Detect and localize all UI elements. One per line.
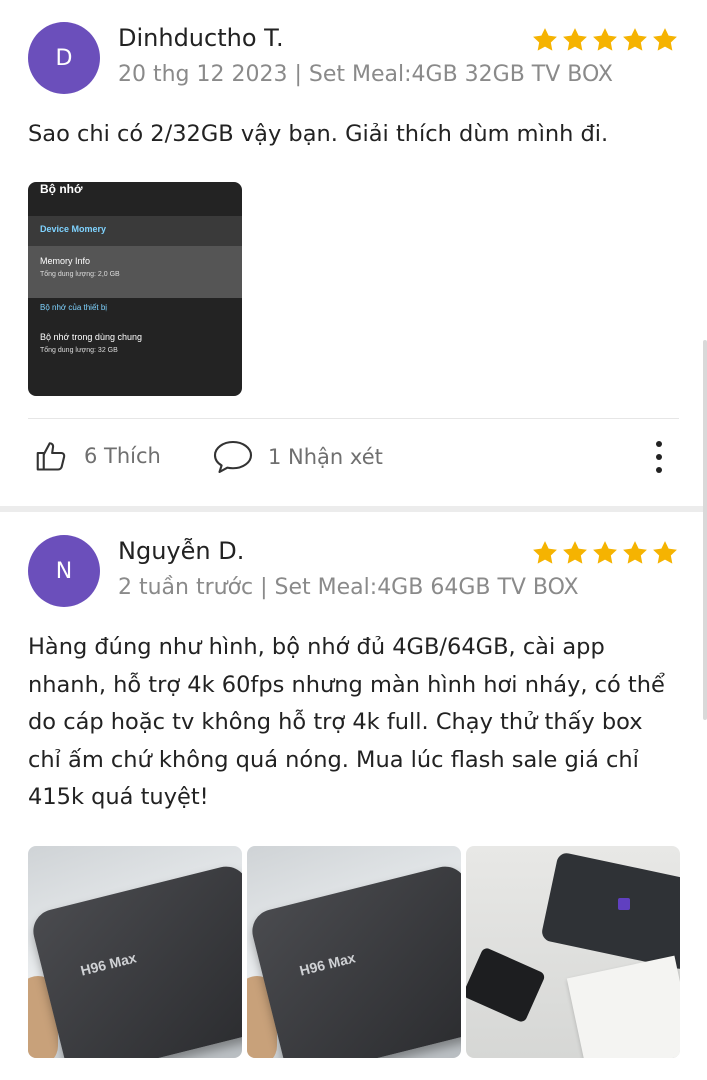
review-text: Hàng đúng như hình, bộ nhớ đủ 4GB/64GB, … xyxy=(28,629,679,817)
scrollbar[interactable] xyxy=(703,340,707,720)
star-icon xyxy=(563,541,587,564)
star-icon xyxy=(563,28,587,51)
star-icon xyxy=(533,28,557,51)
divider xyxy=(28,418,679,419)
like-count-label: 6 Thích xyxy=(84,444,161,468)
review-text-line: chỉ ấm chứ không quá nóng. Mua lúc flash… xyxy=(28,746,639,773)
review-photo[interactable] xyxy=(466,846,680,1058)
comment-button[interactable]: 1 Nhận xét xyxy=(212,438,383,476)
star-icon xyxy=(623,541,647,564)
review-text-line: 415k quá tuyệt! xyxy=(28,784,209,810)
star-icon xyxy=(653,541,677,564)
photo-text: Tổng dung lượng: 32 GB xyxy=(40,347,118,354)
review-photo[interactable]: H96 Max xyxy=(247,846,461,1058)
like-button[interactable]: 6 Thích xyxy=(34,438,161,474)
star-icon xyxy=(533,541,557,564)
avatar[interactable]: N xyxy=(28,535,100,607)
photo-text: Bộ nhớ xyxy=(40,182,83,196)
comment-count-label: 1 Nhận xét xyxy=(268,445,383,469)
review-photo[interactable]: H96 Max xyxy=(28,846,242,1058)
more-options-icon[interactable] xyxy=(649,437,669,477)
section-divider xyxy=(0,506,707,512)
photo-text: Memory Info xyxy=(40,256,91,266)
review-text-line: do cáp hoặc tv không hỗ trợ 4k full. Chạ… xyxy=(28,709,643,735)
star-rating xyxy=(531,539,679,567)
review-photo[interactable]: Bộ nhớ Device Momery Memory Info Tổng du… xyxy=(28,182,242,396)
review-meta: 20 thg 12 2023 | Set Meal:4GB 32GB TV BO… xyxy=(118,62,613,87)
review-text: Sao chi có 2/32GB vậy bạn. Giải thích dù… xyxy=(28,121,609,147)
avatar[interactable]: D xyxy=(28,22,100,94)
photo-text: Tổng dung lượng: 2,0 GB xyxy=(40,271,120,278)
star-icon xyxy=(593,28,617,51)
review-meta: 2 tuần trước | Set Meal:4GB 64GB TV BOX xyxy=(118,575,579,600)
reviewer-name: Dinhductho T. xyxy=(118,24,284,52)
reviewer-name: Nguyễn D. xyxy=(118,537,245,565)
photo-text: Device Momery xyxy=(40,224,107,234)
star-icon xyxy=(593,541,617,564)
review-text-line: Hàng đúng như hình, bộ nhớ đủ 4GB/64GB, … xyxy=(28,634,605,660)
photo-text: Bộ nhớ trong dùng chung xyxy=(40,332,142,342)
thumbs-up-icon xyxy=(36,442,66,471)
speech-bubble-icon xyxy=(213,440,253,474)
review-text-line: nhanh, hỗ trợ 4k 60fps nhưng màn hình hơ… xyxy=(28,671,665,698)
star-rating xyxy=(531,26,679,54)
star-icon xyxy=(653,28,677,51)
photo-text: Bộ nhớ của thiết bị xyxy=(40,303,108,312)
star-icon xyxy=(623,28,647,51)
